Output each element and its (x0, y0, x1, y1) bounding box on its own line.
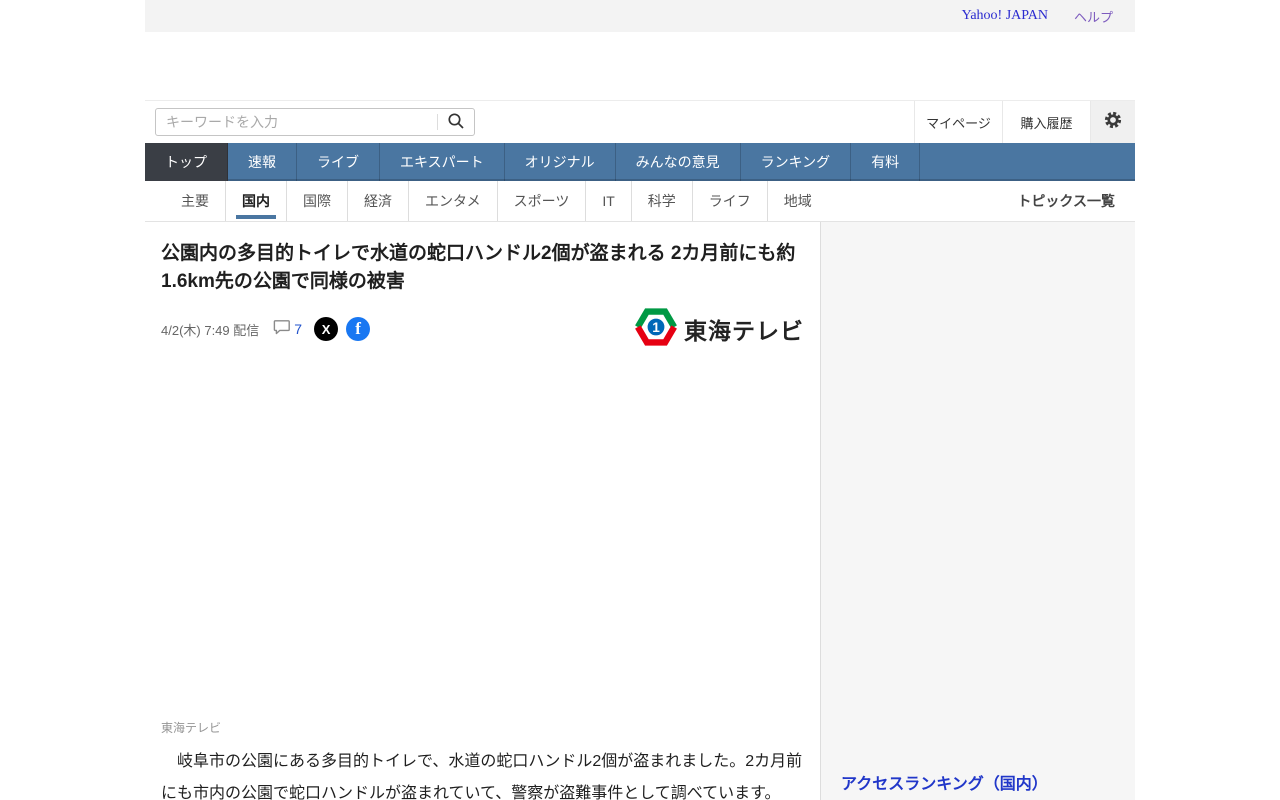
yahoo-japan-link[interactable]: Yahoo! JAPAN (962, 8, 1048, 24)
settings-button[interactable] (1090, 101, 1135, 143)
article-title: 公園内の多目的トイレで水道の蛇口ハンドル2個が盗まれる 2カ月前にも約1.6km… (161, 243, 796, 292)
search-input[interactable] (156, 114, 437, 130)
facebook-icon: f (355, 319, 361, 339)
nav-tab-flash[interactable]: 速報 (228, 143, 297, 181)
category-world[interactable]: 国際 (286, 181, 347, 221)
nav-tab-top[interactable]: トップ (145, 143, 228, 181)
category-domestic[interactable]: 国内 (225, 181, 286, 221)
category-main[interactable]: 主要 (165, 181, 225, 221)
nav-tab-original[interactable]: オリジナル (505, 143, 616, 181)
comment-count: 7 (294, 321, 303, 338)
share-facebook-button[interactable]: f (346, 317, 371, 342)
page: Yahoo! JAPAN ヘルプ マイページ 購入履歴 (145, 0, 1135, 800)
image-caption: 東海テレビ (161, 721, 222, 736)
search-button[interactable] (438, 109, 474, 135)
category-economy[interactable]: 経済 (347, 181, 408, 221)
article: 公園内の多目的トイレで水道の蛇口ハンドル2個が盗まれる 2カ月前にも約1.6km… (145, 222, 820, 800)
search-form (155, 108, 475, 136)
nav-tab-opinions[interactable]: みんなの意見 (616, 143, 741, 181)
nav-tab-expert[interactable]: エキスパート (380, 143, 505, 181)
nav-tab-live[interactable]: ライブ (297, 143, 380, 181)
logo-number: 1 (652, 320, 660, 335)
header-utils: マイページ 購入履歴 (914, 101, 1135, 143)
purchase-history-link[interactable]: 購入履歴 (1002, 101, 1090, 143)
publisher-name: 東海テレビ (684, 318, 804, 345)
comment-bubble-icon (273, 319, 291, 340)
search-icon (447, 112, 465, 133)
header: マイページ 購入履歴 (145, 100, 1135, 143)
category-list: 主要 国内 国際 経済 エンタメ スポーツ IT 科学 ライフ 地域 (165, 181, 828, 221)
article-date: 4/2(木) 7:49 配信 (161, 322, 260, 338)
category-nav: 主要 国内 国際 経済 エンタメ スポーツ IT 科学 ライフ 地域 トピックス… (145, 181, 1135, 222)
main-nav: トップ 速報 ライブ エキスパート オリジナル みんなの意見 ランキング 有料 (145, 143, 1135, 181)
nav-tab-ranking[interactable]: ランキング (741, 143, 852, 181)
comment-link[interactable]: 7 (273, 319, 302, 340)
x-icon: X (321, 321, 331, 337)
content: 公園内の多目的トイレで水道の蛇口ハンドル2個が盗まれる 2カ月前にも約1.6km… (145, 222, 1135, 800)
article-image-placeholder (161, 349, 804, 720)
article-meta: 4/2(木) 7:49 配信 7 X f 1 東海テレビ (161, 307, 804, 352)
publisher-logo[interactable]: 1 東海テレビ (634, 307, 804, 352)
help-link[interactable]: ヘルプ (1074, 7, 1113, 26)
gear-icon (1103, 110, 1123, 135)
access-ranking-heading[interactable]: アクセスランキング（国内） (841, 770, 1115, 800)
category-life[interactable]: ライフ (691, 181, 767, 221)
category-entertainment[interactable]: エンタメ (408, 181, 497, 221)
topics-list-link[interactable]: トピックス一覧 (1017, 191, 1115, 211)
tokai-tv-logo-icon: 1 (634, 307, 678, 352)
mypage-link[interactable]: マイページ (914, 101, 1002, 143)
ad-space-empty (145, 32, 1135, 100)
category-science[interactable]: 科学 (630, 181, 692, 221)
category-sports[interactable]: スポーツ (496, 181, 586, 221)
article-body: 岐阜市の公園にある多目的トイレで、水道の蛇口ハンドル2個が盗まれました。2カ月前… (161, 753, 803, 800)
nav-tab-paid[interactable]: 有料 (851, 143, 921, 181)
category-it[interactable]: IT (585, 181, 630, 221)
sidebar: アクセスランキング（国内） (820, 222, 1135, 800)
topbar: Yahoo! JAPAN ヘルプ (145, 0, 1135, 32)
category-region[interactable]: 地域 (766, 181, 828, 221)
share-x-button[interactable]: X (314, 317, 339, 342)
